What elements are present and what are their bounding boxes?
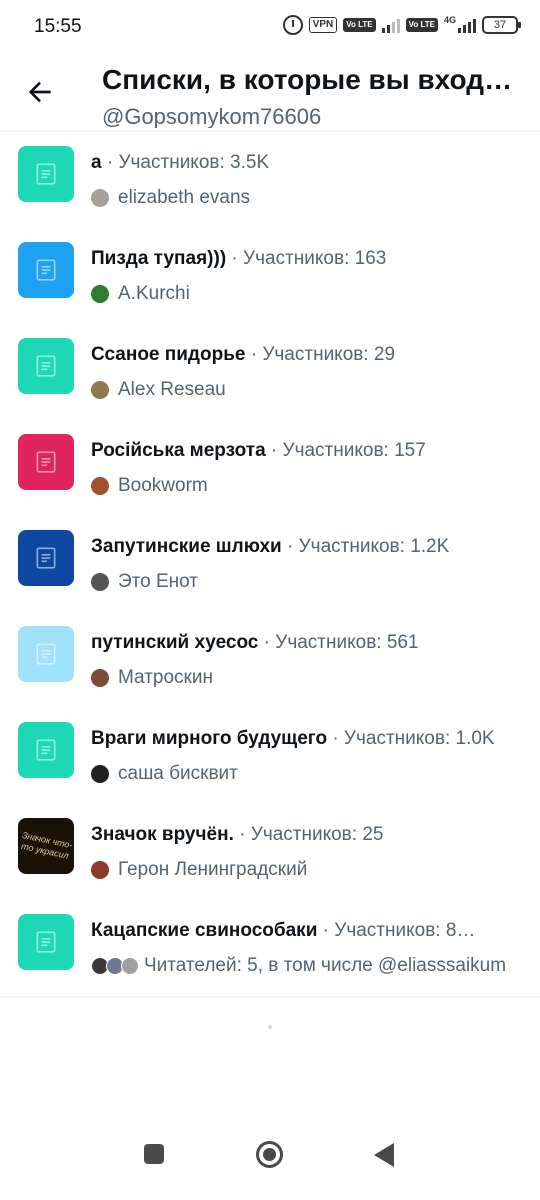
- list-title-line: Російська мерзота · Участников: 157: [91, 440, 521, 462]
- signal-icon-1: [381, 17, 400, 33]
- avatar: [91, 765, 109, 783]
- list-owner-name: elizabeth evans: [118, 187, 251, 208]
- avatar: [91, 861, 109, 879]
- list-item[interactable]: Ссаное пидорье · Участников: 29 Alex Rese…: [0, 326, 540, 422]
- avatar: [91, 189, 109, 207]
- list-item[interactable]: Кацапские свинособаки · Участников: 8… Чи…: [0, 902, 540, 998]
- list-title-line: а · Участников: 3.5K: [91, 152, 521, 174]
- list-name: Кацапские свинособаки: [91, 920, 318, 941]
- list-name: Ссаное пидорье: [91, 344, 246, 365]
- list-owner-name: Герон Ленинградский: [118, 859, 308, 880]
- list-member-count: · Участников: 3.5K: [101, 152, 270, 173]
- list-owner-line: Читателей: 5, в том числе @eliasssaikum: [91, 955, 521, 977]
- avatar: [121, 957, 139, 975]
- list-document-icon: [18, 146, 74, 202]
- list-owner-name: Матроскин: [118, 667, 213, 688]
- list-name: Пизда тупая))): [91, 248, 227, 269]
- list-member-count: · Участников: 1.0K: [327, 728, 495, 749]
- network-type-label: 4G: [443, 15, 456, 25]
- list-owner-name: Bookworm: [118, 475, 208, 496]
- list-owner-line: elizabeth evans: [91, 187, 521, 209]
- list-owner-line: A.Kurchi: [91, 283, 521, 305]
- avatar: [91, 573, 109, 591]
- list-member-count: · Участников: 29: [245, 344, 396, 365]
- list-member-count: · Участников: 25: [233, 824, 384, 845]
- list-document-icon: [18, 626, 74, 682]
- list-owner-line: Это Енот: [91, 571, 521, 593]
- list-item[interactable]: Російська мерзота · Участников: 157 Bookw…: [0, 422, 540, 518]
- list-owner-name: Alex Reseau: [118, 379, 226, 400]
- list-owner-line: Матроскин: [91, 667, 521, 689]
- list-owner-name: Читателей: 5, в том числе @eliasssaikum: [144, 955, 507, 976]
- list-member-count: · Участников: 1.2K: [281, 536, 450, 557]
- list-name: Російська мерзота: [91, 440, 266, 461]
- status-time: 15:55: [34, 16, 82, 37]
- status-bar: 15:55 VPN Vo LTE Vo LTE 4G 37: [0, 0, 540, 52]
- volte-badge-1: Vo LTE: [343, 18, 376, 32]
- list-title-line: Значок вручён. · Участников: 25: [91, 824, 521, 846]
- list-cover-text: Значок что-то украсил: [20, 829, 74, 861]
- list-title-line: Запутинские шлюхи · Участников: 1.2K: [91, 536, 521, 558]
- list-document-icon: [18, 530, 74, 586]
- list-owner-line: Alex Reseau: [91, 379, 521, 401]
- list-document-icon: [18, 722, 74, 778]
- list-name: Значок вручён.: [91, 824, 234, 845]
- list-name: а: [91, 152, 102, 173]
- username-subtitle: @Gopsomykom76606: [102, 104, 322, 128]
- list-member-count: · Участников: 163: [226, 248, 387, 269]
- list-item[interactable]: Враги мирного будущего · Участников: 1.0…: [0, 710, 540, 806]
- system-back-button[interactable]: [374, 1143, 394, 1167]
- list-owner-line: саша бисквит: [91, 763, 521, 785]
- list-cover-image: Значок что-то украсил: [18, 818, 74, 874]
- list-name: Запутинские шлюхи: [91, 536, 282, 557]
- list-document-icon: [18, 914, 74, 970]
- vpn-badge: VPN: [308, 17, 338, 33]
- list-member-count: · Участников: 8…: [317, 920, 476, 941]
- list-item[interactable]: путинский хуесос · Участников: 561 Матрос…: [0, 614, 540, 710]
- list-document-icon: [18, 242, 74, 298]
- recent-apps-button[interactable]: [144, 1144, 164, 1164]
- alarm-icon: [282, 15, 303, 35]
- avatar: [91, 477, 109, 495]
- list-title-line: Кацапские свинособаки · Участников: 8…: [91, 920, 521, 942]
- arrow-left-icon: [28, 81, 51, 103]
- list-title-line: Враги мирного будущего · Участников: 1.0…: [91, 728, 521, 750]
- page-header: Списки, в которые вы входите @Gopsomykom…: [0, 52, 540, 132]
- list-title-line: Пизда тупая))) · Участников: 163: [91, 248, 521, 270]
- list-owner-name: A.Kurchi: [118, 283, 190, 304]
- list-owner-name: Это Енот: [118, 571, 199, 592]
- list-item[interactable]: а · Участников: 3.5K elizabeth evans: [0, 134, 540, 230]
- volte-badge-2: Vo LTE: [405, 18, 438, 32]
- page-title: Списки, в которые вы входите: [102, 64, 522, 95]
- list-title-line: путинский хуесос · Участников: 561: [91, 632, 521, 654]
- avatar-stack: [91, 957, 139, 975]
- system-navigation-bar: [0, 1130, 540, 1200]
- back-button[interactable]: [24, 76, 56, 108]
- list-owner-line: Bookworm: [91, 475, 521, 497]
- list-name: путинский хуесос: [91, 632, 259, 653]
- status-icons: VPN Vo LTE Vo LTE 4G 37: [282, 15, 521, 35]
- signal-icon-2: [458, 17, 476, 33]
- list-item[interactable]: Запутинские шлюхи · Участников: 1.2K Это …: [0, 518, 540, 614]
- list-name: Враги мирного будущего: [91, 728, 328, 749]
- loading-indicator: [268, 1025, 272, 1029]
- list-document-icon: [18, 434, 74, 490]
- home-button[interactable]: [256, 1141, 283, 1168]
- list-item[interactable]: Значок что-то украсил Значок вручён. · Уч…: [0, 806, 540, 902]
- avatar: [91, 381, 109, 399]
- list-document-icon: [18, 338, 74, 394]
- battery-icon: 37: [482, 16, 521, 34]
- list-member-count: · Участников: 157: [265, 440, 426, 461]
- list-end-divider: [0, 996, 540, 997]
- list-owner-line: Герон Ленинградский: [91, 859, 521, 881]
- list-member-count: · Участников: 561: [258, 632, 419, 653]
- list-item[interactable]: Пизда тупая))) · Участников: 163 A.Kurchi: [0, 230, 540, 326]
- list-owner-name: саша бисквит: [118, 763, 238, 784]
- list-title-line: Ссаное пидорье · Участников: 29: [91, 344, 521, 366]
- avatar: [91, 285, 109, 303]
- avatar: [91, 669, 109, 687]
